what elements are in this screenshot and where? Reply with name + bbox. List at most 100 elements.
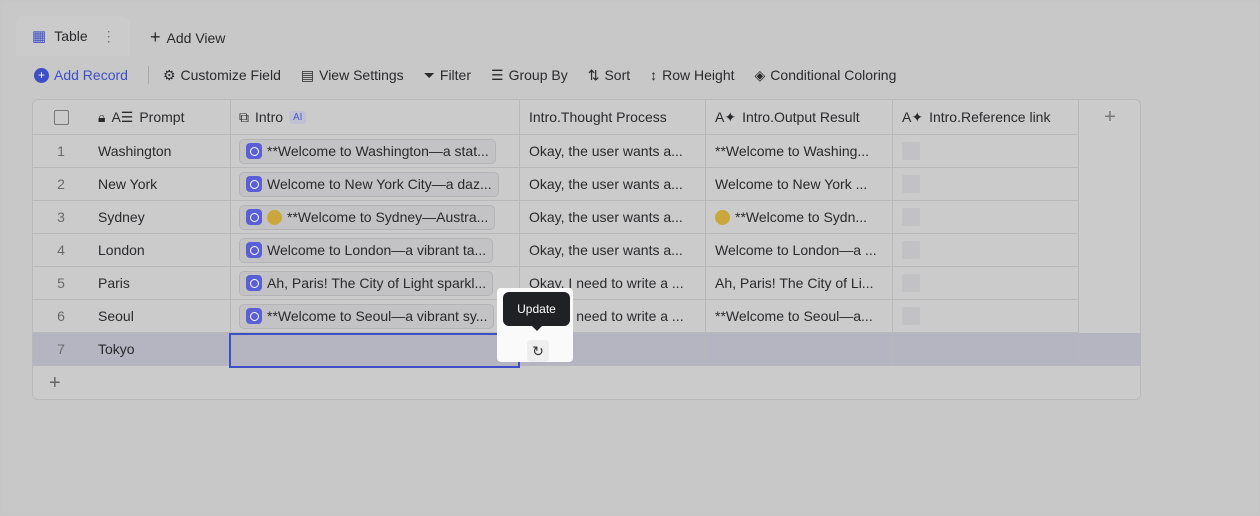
prompt-cell[interactable]: Seoul [89, 300, 231, 333]
table-row[interactable]: 6 Seoul **Welcome to Seoul—a vibrant sy.… [33, 300, 1141, 333]
output-cell[interactable]: Welcome to New York ... [706, 168, 893, 201]
tab-table[interactable]: ▦ Table ⋮ [16, 16, 130, 56]
label: Sort [604, 67, 631, 83]
column-header-intro[interactable]: ⧉ Intro AI [231, 100, 520, 135]
reference-cell[interactable] [893, 168, 1079, 201]
intro-cell[interactable]: Welcome to London—a vibrant ta... [231, 234, 520, 267]
header-row: 🔒︎ A☰ Prompt ⧉ Intro AI Intro.Thought Proces… [33, 100, 1141, 135]
output-cell[interactable]: **Welcome to Seoul—a... [706, 300, 893, 333]
table-row[interactable]: 3 Sydney **Welcome to Sydney—Austra... O… [33, 201, 1141, 234]
intro-chip[interactable]: **Welcome to Washington—a stat... [239, 138, 496, 164]
settings-doc-icon: ▤ [300, 66, 315, 83]
prompt-cell[interactable]: Washington [89, 135, 231, 168]
table-row[interactable]: 7 Tokyo [33, 333, 1141, 366]
intro-chip[interactable]: Ah, Paris! The City of Light sparkl... [239, 270, 494, 296]
intro-cell[interactable]: **Welcome to Sydney—Austra... [231, 201, 520, 234]
more-icon[interactable]: ⋮ [102, 28, 116, 45]
prompt-cell[interactable]: London [89, 234, 231, 267]
group-by-button[interactable]: ☰ Group By [491, 67, 568, 84]
label: Conditional Coloring [770, 67, 897, 83]
table-row[interactable]: 5 Paris Ah, Paris! The City of Light spa… [33, 267, 1141, 300]
column-header-prompt[interactable]: 🔒︎ A☰ Prompt [89, 100, 231, 135]
output-cell[interactable]: **Welcome to Sydn... [706, 201, 893, 234]
group-icon: ☰ [491, 66, 504, 83]
reference-cell[interactable] [893, 333, 1079, 366]
ai-generated-icon [246, 308, 262, 324]
row-number: 5 [33, 267, 89, 300]
prompt-cell[interactable]: Paris [89, 267, 231, 300]
row-height-icon: ↕ [650, 67, 658, 83]
customize-field-button[interactable]: ⚙ Customize Field [163, 67, 281, 84]
output-cell[interactable] [706, 333, 893, 366]
row-height-button[interactable]: ↕ Row Height [650, 67, 734, 83]
prompt-cell[interactable]: Sydney [89, 201, 231, 234]
reference-cell[interactable] [893, 201, 1079, 234]
attachment-placeholder-icon [902, 307, 920, 325]
prompt-cell[interactable]: Tokyo [89, 333, 231, 366]
reference-cell[interactable] [893, 234, 1079, 267]
add-record-button[interactable]: + Add Record [34, 67, 128, 83]
table-row[interactable]: 1 Washington **Welcome to Washington—a s… [33, 135, 1141, 168]
column-header-thought[interactable]: Intro.Thought Process [520, 100, 706, 135]
label: Intro.Thought Process [529, 109, 667, 125]
label: Row Height [662, 67, 735, 83]
intro-cell[interactable]: **Welcome to Seoul—a vibrant sy... [231, 300, 520, 333]
intro-chip[interactable]: **Welcome to Seoul—a vibrant sy... [239, 303, 495, 329]
thought-cell[interactable]: Okay, the user wants a... [520, 168, 706, 201]
output-cell[interactable]: Welcome to London—a ... [706, 234, 893, 267]
reference-cell[interactable] [893, 135, 1079, 168]
label: Intro.Reference link [929, 109, 1051, 125]
prompt-cell[interactable]: New York [89, 168, 231, 201]
ai-generated-icon [246, 143, 262, 159]
output-text: **Welcome to Seoul—a... [715, 308, 873, 324]
refresh-icon[interactable]: ↻ [527, 340, 549, 362]
sort-button[interactable]: ⇅ Sort [588, 67, 630, 84]
ai-text-icon: A✦ [715, 108, 737, 125]
divider [147, 66, 149, 84]
label: Prompt [139, 109, 185, 125]
label: Intro [255, 109, 284, 125]
active-cell-editor[interactable] [229, 333, 520, 368]
select-all-checkbox[interactable] [33, 100, 89, 135]
label: Filter [439, 67, 472, 83]
link-field-icon: ⧉ [239, 108, 249, 125]
reference-cell[interactable] [893, 267, 1079, 300]
column-header-reference[interactable]: A✦ Intro.Reference link [893, 100, 1079, 135]
paint-bucket-icon: ◈ [754, 66, 766, 83]
thought-cell[interactable]: Okay, the user wants a... [520, 234, 706, 267]
intro-cell[interactable]: **Welcome to Washington—a stat... [231, 135, 520, 168]
text-field-icon: A☰ [111, 108, 134, 125]
ai-badge: AI [289, 110, 307, 124]
label: Customize Field [180, 67, 281, 83]
attachment-placeholder-icon [902, 208, 920, 226]
gear-icon: ⚙ [162, 66, 176, 83]
intro-chip[interactable]: Welcome to London—a vibrant ta... [239, 237, 494, 263]
column-header-output[interactable]: A✦ Intro.Output Result [706, 100, 893, 135]
output-text: **Welcome to Washing... [715, 143, 870, 159]
table-row[interactable]: 2 New York Welcome to New York City—a da… [33, 168, 1141, 201]
intro-cell[interactable]: Welcome to New York City—a daz... [231, 168, 520, 201]
intro-chip[interactable]: **Welcome to Sydney—Austra... [239, 204, 496, 230]
intro-cell[interactable]: Ah, Paris! The City of Light sparkl... [231, 267, 520, 300]
output-cell[interactable]: Ah, Paris! The City of Li... [706, 267, 893, 300]
output-cell[interactable]: **Welcome to Washing... [706, 135, 893, 168]
output-text: **Welcome to Sydn... [735, 209, 868, 225]
intro-text: Welcome to New York City—a daz... [267, 176, 492, 192]
ai-generated-icon [246, 275, 262, 291]
add-row-button[interactable]: + [49, 372, 61, 395]
ai-generated-icon [246, 209, 262, 225]
intro-chip[interactable]: Welcome to New York City—a daz... [239, 171, 499, 197]
view-settings-button[interactable]: ▤ View Settings [301, 67, 404, 84]
row-number: 2 [33, 168, 89, 201]
attachment-placeholder-icon [902, 142, 920, 160]
thought-cell[interactable]: Okay, the user wants a... [520, 201, 706, 234]
table-row[interactable]: 4 London Welcome to London—a vibrant ta.… [33, 234, 1141, 267]
filter-button[interactable]: ⏷ Filter [424, 67, 471, 84]
add-view-button[interactable]: + Add View [150, 27, 225, 48]
thought-cell[interactable]: Okay, the user wants a... [520, 135, 706, 168]
row-number: 3 [33, 201, 89, 234]
add-column-button[interactable]: + [1079, 100, 1141, 135]
reference-cell[interactable] [893, 300, 1079, 333]
conditional-coloring-button[interactable]: ◈ Conditional Coloring [755, 67, 897, 84]
intro-text: **Welcome to Seoul—a vibrant sy... [267, 308, 488, 324]
